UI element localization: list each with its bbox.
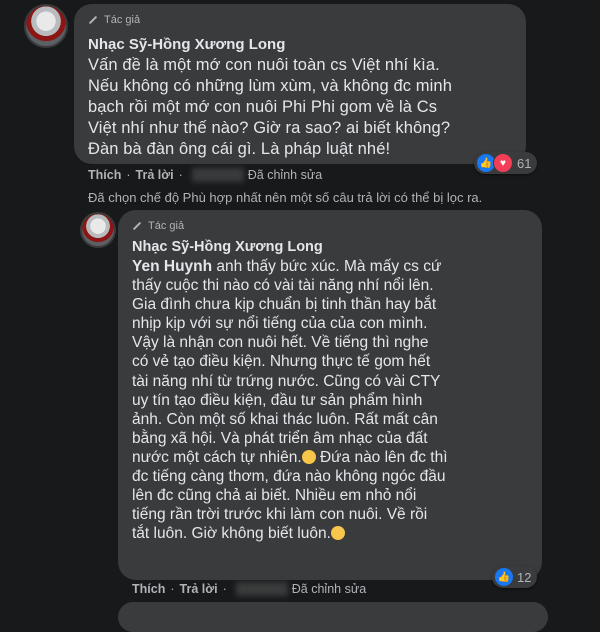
- sad-emoji-icon: [301, 449, 316, 464]
- pen-icon: [132, 221, 142, 231]
- separator-dot: ·: [178, 168, 183, 182]
- reaction-summary[interactable]: 👍 ♥ 61: [474, 152, 538, 174]
- reply-text-part1: anh thấy bức xúc. Mà mấy cs cứ thấy cuộc…: [132, 258, 442, 466]
- replier-avatar[interactable]: [80, 212, 116, 248]
- reply-author-name[interactable]: Nhạc Sỹ-Hồng Xương Long: [132, 239, 532, 255]
- edited-label: Đã chỉnh sửa: [247, 168, 323, 182]
- reply-button[interactable]: Trả lời: [136, 168, 174, 182]
- comment-author-name[interactable]: Nhạc Sỹ-Hồng Xương Long: [88, 36, 514, 53]
- timestamp-blurred[interactable]: [235, 582, 288, 596]
- reply-text: Yen Huynh anh thấy bức xúc. Mà mấy cs cứ…: [132, 257, 532, 543]
- smile-emoji-icon: [330, 526, 345, 541]
- comment-bubble: Tác giả Nhạc Sỹ-Hồng Xương Long Vấn đề l…: [74, 4, 526, 164]
- reaction-summary[interactable]: 👍 12: [492, 566, 538, 588]
- author-badge-label: Tác giả: [104, 14, 141, 26]
- edited-label: Đã chỉnh sửa: [291, 582, 367, 596]
- like-icon: 👍: [495, 568, 513, 586]
- reply-bubble: Tác giả Nhạc Sỹ-Hồng Xương Long Yen Huyn…: [118, 210, 542, 580]
- reaction-count: 12: [517, 569, 532, 585]
- filter-note[interactable]: Đã chọn chế độ Phù hợp nhất nên một số c…: [88, 190, 482, 205]
- author-badge-label: Tác giả: [148, 220, 185, 232]
- separator-dot: ·: [170, 582, 175, 596]
- author-badge: Tác giả: [88, 12, 514, 28]
- love-icon: ♥: [493, 153, 513, 173]
- reply-button[interactable]: Trả lời: [180, 582, 218, 596]
- separator-dot: ·: [222, 582, 227, 596]
- timestamp-blurred[interactable]: [191, 168, 244, 182]
- separator-dot: ·: [126, 168, 131, 182]
- comment-text: Vấn đề là một mớ con nuôi toàn cs Việt n…: [88, 56, 452, 158]
- like-button[interactable]: Thích: [132, 582, 165, 596]
- reaction-count: 61: [517, 155, 532, 171]
- like-button[interactable]: Thích: [88, 168, 121, 182]
- author-badge: Tác giả: [132, 218, 532, 234]
- pen-icon: [88, 15, 98, 25]
- next-comment-bubble-partial: [118, 602, 548, 632]
- mention-link[interactable]: Yen Huynh: [132, 258, 212, 275]
- comment-actions: Thích · Trả lời · Đã chỉnh sửa: [88, 168, 322, 182]
- reply-actions: Thích · Trả lời · Đã chỉnh sửa: [132, 582, 366, 596]
- commenter-avatar[interactable]: [24, 4, 68, 48]
